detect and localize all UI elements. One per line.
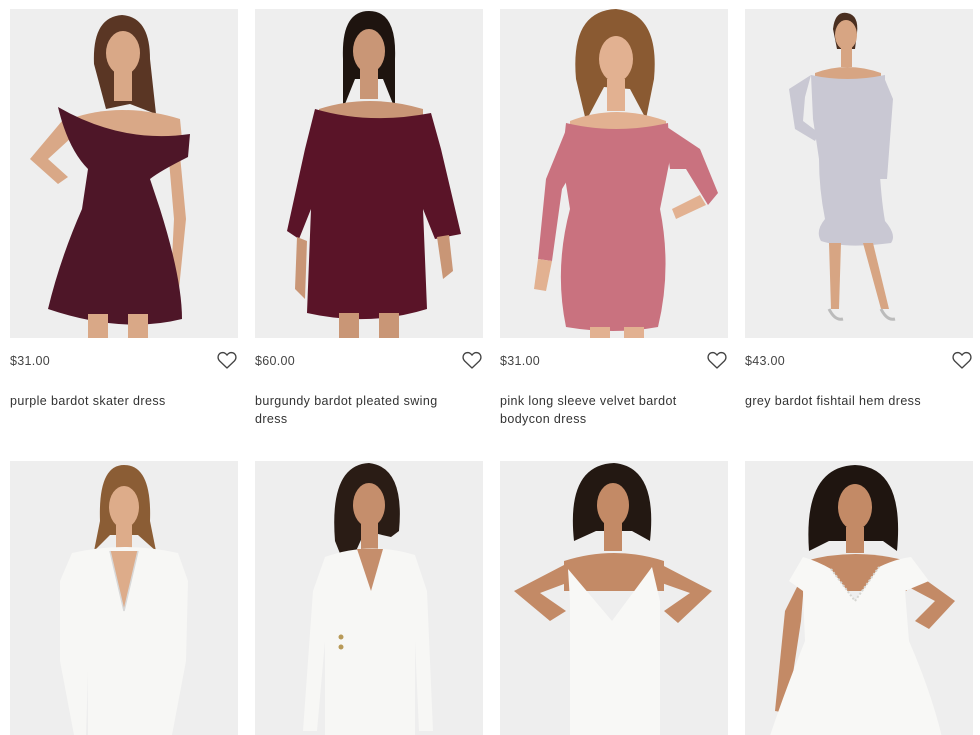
model-illustration: [10, 9, 238, 338]
heart-outline-icon[interactable]: [707, 351, 727, 370]
product-grid: $31.00 purple bardot skater dress $60.00…: [0, 0, 980, 735]
heart-outline-icon[interactable]: [217, 351, 237, 370]
product-card[interactable]: [10, 461, 238, 735]
product-card[interactable]: [500, 461, 728, 735]
product-price: $31.00: [10, 354, 51, 368]
product-image[interactable]: [500, 461, 728, 735]
product-price: $31.00: [500, 354, 541, 368]
model-illustration: [500, 9, 728, 338]
product-card[interactable]: [745, 461, 973, 735]
heart-outline-icon[interactable]: [952, 351, 972, 370]
product-card[interactable]: $31.00 pink long sleeve velvet bardot bo…: [500, 9, 728, 428]
product-price: $60.00: [255, 354, 296, 368]
product-name[interactable]: purple bardot skater dress: [10, 392, 225, 410]
product-name[interactable]: pink long sleeve velvet bardot bodycon d…: [500, 392, 715, 428]
product-image[interactable]: [10, 461, 238, 735]
product-price: $43.00: [745, 354, 786, 368]
product-image[interactable]: [255, 461, 483, 735]
product-name[interactable]: burgundy bardot pleated swing dress: [255, 392, 470, 428]
product-image[interactable]: [10, 9, 238, 338]
model-illustration: [10, 461, 238, 735]
product-image[interactable]: [745, 461, 973, 735]
product-card[interactable]: $43.00 grey bardot fishtail hem dress: [745, 9, 973, 410]
product-meta: $31.00: [10, 338, 238, 374]
product-name[interactable]: grey bardot fishtail hem dress: [745, 392, 960, 410]
heart-outline-icon[interactable]: [462, 351, 482, 370]
product-card[interactable]: $60.00 burgundy bardot pleated swing dre…: [255, 9, 483, 428]
product-image[interactable]: [745, 9, 973, 338]
model-illustration: [745, 9, 973, 338]
product-meta: $43.00: [745, 338, 973, 374]
model-illustration: [745, 461, 973, 735]
product-card[interactable]: $31.00 purple bardot skater dress: [10, 9, 238, 410]
model-illustration: [500, 461, 728, 735]
model-illustration: [255, 9, 483, 338]
product-meta: $60.00: [255, 338, 483, 374]
model-illustration: [255, 461, 483, 735]
product-card[interactable]: [255, 461, 483, 735]
product-image[interactable]: [500, 9, 728, 338]
product-image[interactable]: [255, 9, 483, 338]
product-meta: $31.00: [500, 338, 728, 374]
